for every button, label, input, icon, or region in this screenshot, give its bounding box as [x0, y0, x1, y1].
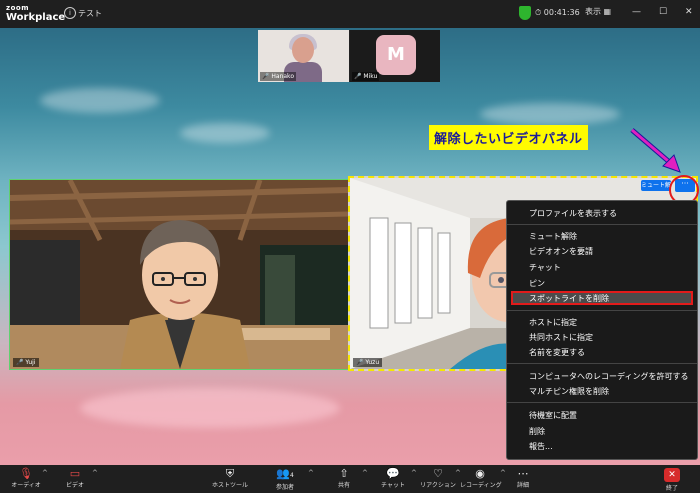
security-shield-icon[interactable] — [519, 6, 531, 20]
logo-bottom-text: Workplace — [6, 12, 66, 23]
menu-item-request-video[interactable]: ビデオオンを要請 — [529, 246, 593, 257]
shield-icon: ⛨ — [225, 467, 235, 480]
video-off-icon: ▭ — [69, 467, 81, 480]
menu-item-report[interactable]: 報告... — [529, 441, 553, 452]
menu-item-view-profile[interactable]: プロファイルを表示する — [529, 208, 617, 219]
chat-button[interactable]: 💬 チャット — [373, 467, 413, 490]
close-icon: ✕ — [668, 470, 676, 480]
menu-separator — [507, 310, 697, 311]
reactions-button[interactable]: ♡ リアクション — [418, 467, 458, 490]
cloud-decor — [480, 103, 620, 125]
annotation-label: 解除したいビデオパネル — [429, 125, 588, 150]
video-panel-yuji[interactable]: 🎤 Yuji — [9, 179, 349, 370]
close-icon[interactable]: ✕ — [685, 7, 693, 17]
yuji-video-scene — [10, 180, 348, 369]
end-meeting-button[interactable]: ✕ — [664, 468, 680, 482]
share-button[interactable]: ⇧ 共有 — [324, 467, 364, 490]
maximize-icon[interactable]: ☐ — [659, 7, 667, 17]
participants-caret-icon[interactable]: ^ — [308, 469, 314, 477]
cloud-decor — [40, 88, 160, 113]
share-icon: ⇧ — [339, 467, 349, 480]
menu-item-unmute[interactable]: ミュート解除 — [529, 231, 577, 242]
menu-item-waiting-room[interactable]: 待機室に配置 — [529, 410, 577, 421]
title-bar: zoom Workplace i テスト ⏱ 00:41:36 表示 ▦ — ☐… — [0, 0, 700, 28]
participant-name-yuji: 🎤 Yuji — [13, 358, 39, 367]
menu-separator — [507, 402, 697, 403]
heart-icon: ♡ — [433, 467, 443, 480]
record-icon: ◉ — [475, 467, 485, 480]
more-button[interactable]: ⋯ 詳細 — [503, 467, 543, 490]
thumbnail-name-hanako: 🎤 Hanako — [260, 72, 296, 81]
menu-item-remove[interactable]: 削除 — [529, 426, 545, 437]
participant-name-yuzu: 🎤 Yuzu — [353, 358, 383, 367]
miku-avatar: M — [376, 35, 416, 75]
audio-button[interactable]: 🎙 オーディオ — [6, 467, 46, 490]
zoom-logo: zoom Workplace — [6, 3, 65, 23]
menu-item-allow-recording[interactable]: コンピュータへのレコーディングを許可する — [529, 371, 688, 382]
minimize-icon[interactable]: — — [632, 7, 641, 17]
meeting-toolbar: 🎙 オーディオ ^ ▭ ビデオ ^ ⛨ ホストツール 👥4 参加者 ^ ⇧ 共有… — [0, 465, 700, 493]
participants-icon: 👥4 — [276, 467, 294, 480]
chat-icon: 💬 — [386, 467, 400, 480]
cloud-decor — [180, 123, 270, 143]
recording-button[interactable]: ◉ レコーディング — [460, 467, 502, 490]
annotation-arrow-icon — [630, 128, 681, 173]
menu-item-remove-multipin[interactable]: マルチピン権限を削除 — [529, 386, 609, 397]
meeting-title: テスト — [78, 9, 102, 18]
hanako-avatar-face — [292, 37, 314, 63]
view-button[interactable]: 表示 ▦ — [585, 6, 611, 17]
participant-context-menu: プロファイルを表示する ミュート解除 ビデオオンを要請 チャット ピン スポット… — [506, 200, 698, 460]
menu-item-make-host[interactable]: ホストに指定 — [529, 317, 577, 328]
more-dots-icon: ⋯ — [517, 467, 529, 480]
menu-item-chat[interactable]: チャット — [529, 262, 561, 273]
unmute-participant-button[interactable]: ミュート解 — [641, 180, 671, 191]
chat-caret-icon[interactable]: ^ — [411, 469, 417, 477]
video-button[interactable]: ▭ ビデオ — [55, 467, 95, 490]
cloud-decor — [80, 388, 340, 428]
share-caret-icon[interactable]: ^ — [362, 469, 368, 477]
participants-button[interactable]: 👥4 参加者 — [265, 467, 305, 492]
audio-caret-icon[interactable]: ^ — [42, 469, 48, 477]
video-caret-icon[interactable]: ^ — [92, 469, 98, 477]
menu-item-pin[interactable]: ピン — [529, 278, 545, 289]
menu-item-make-cohost[interactable]: 共同ホストに指定 — [529, 332, 593, 343]
end-meeting-label: 終了 — [665, 485, 678, 492]
menu-separator — [507, 224, 697, 225]
thumbnail-name-miku: 🎤 Miku — [352, 72, 380, 81]
mic-muted-icon: 🎙 — [19, 467, 33, 480]
host-tools-button[interactable]: ⛨ ホストツール — [210, 467, 250, 490]
meeting-timer: ⏱ 00:41:36 — [535, 8, 580, 17]
menu-item-remove-spotlight[interactable]: スポットライトを削除 — [529, 293, 609, 304]
menu-separator — [507, 363, 697, 364]
menu-item-rename[interactable]: 名前を変更する — [529, 347, 585, 358]
